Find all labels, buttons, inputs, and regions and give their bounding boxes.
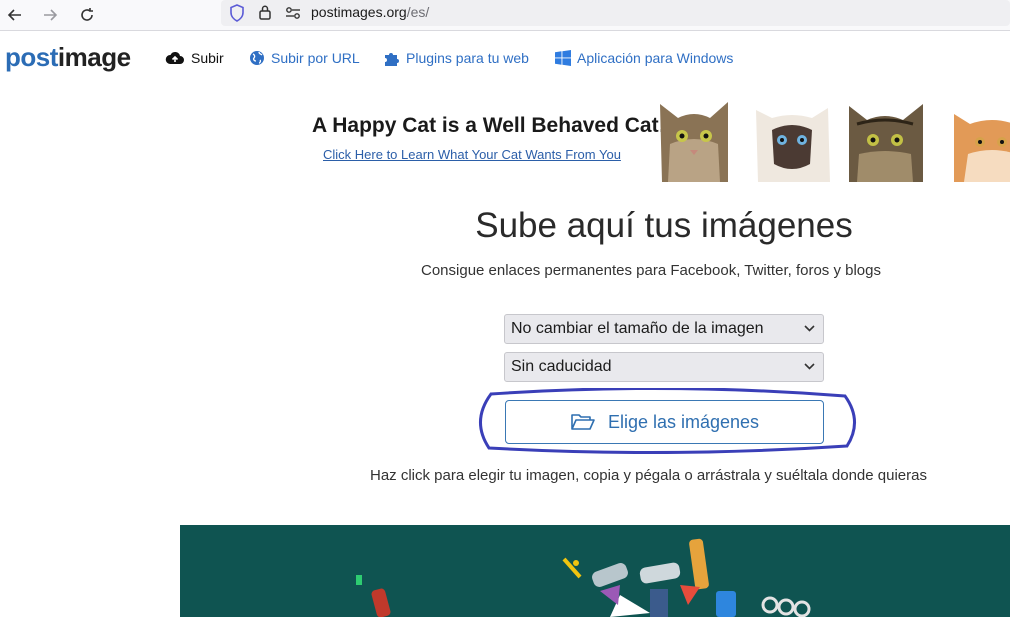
expiry-select[interactable]: Sin caducidad: [504, 352, 824, 382]
forward-button[interactable]: [38, 3, 62, 27]
nav-upload-url[interactable]: Subir por URL: [249, 48, 360, 68]
resize-select-value: No cambiar el tamaño de la imagen: [511, 320, 764, 337]
nav-upload-url-label: Subir por URL: [271, 50, 360, 66]
globe-icon: [250, 51, 264, 65]
choose-images-label: Elige las imágenes: [607, 411, 760, 432]
page-title: Sube aquí tus imágenes: [475, 206, 853, 245]
cat-photo: [660, 102, 728, 182]
arrow-left-icon: [7, 9, 21, 21]
choose-images-button[interactable]: Elige las imágenes: [505, 400, 824, 444]
windows-icon: [555, 50, 571, 66]
postimage-logo[interactable]: postimage: [5, 42, 131, 73]
site-permissions-icon[interactable]: [285, 6, 301, 25]
cat-photo: [756, 108, 830, 182]
nav-windows-app[interactable]: Aplicación para Windows: [555, 48, 733, 68]
puzzle-icon: [385, 52, 399, 66]
reload-icon: [81, 8, 93, 21]
cloud-upload-icon: [165, 51, 184, 64]
resize-select[interactable]: No cambiar el tamaño de la imagen: [504, 314, 824, 344]
cat-photo: [849, 104, 923, 182]
upload-hint: Haz click para elegir tu imagen, copia y…: [370, 467, 927, 484]
tracking-shield-icon[interactable]: [229, 4, 245, 27]
page-subtitle: Consigue enlaces permanentes para Facebo…: [421, 262, 881, 279]
plastic-waste-illustration: [356, 538, 811, 617]
promo-banner: [180, 525, 1010, 617]
lock-icon[interactable]: [258, 4, 272, 26]
cat-photo: [954, 114, 1010, 182]
nav-upload[interactable]: Subir: [165, 48, 224, 68]
ad-link[interactable]: Click Here to Learn What Your Cat Wants …: [323, 147, 621, 162]
nav-plugins[interactable]: Plugins para tu web: [383, 48, 529, 68]
nav-upload-label: Subir: [191, 50, 224, 66]
arrow-right-icon: [44, 9, 58, 21]
expiry-select-value: Sin caducidad: [511, 358, 612, 375]
chevron-down-icon: [804, 361, 815, 373]
folder-open-icon: [571, 414, 595, 430]
nav-windows-app-label: Aplicación para Windows: [577, 50, 734, 66]
ad-title: A Happy Cat is a Well Behaved Cat!: [312, 114, 666, 137]
ad-banner[interactable]: A Happy Cat is a Well Behaved Cat! Click…: [300, 84, 1010, 182]
chevron-down-icon: [804, 323, 815, 335]
reload-button[interactable]: [75, 3, 99, 27]
url-text[interactable]: postimages.org/es/: [311, 4, 429, 20]
back-button[interactable]: [3, 3, 27, 27]
nav-plugins-label: Plugins para tu web: [406, 50, 529, 66]
